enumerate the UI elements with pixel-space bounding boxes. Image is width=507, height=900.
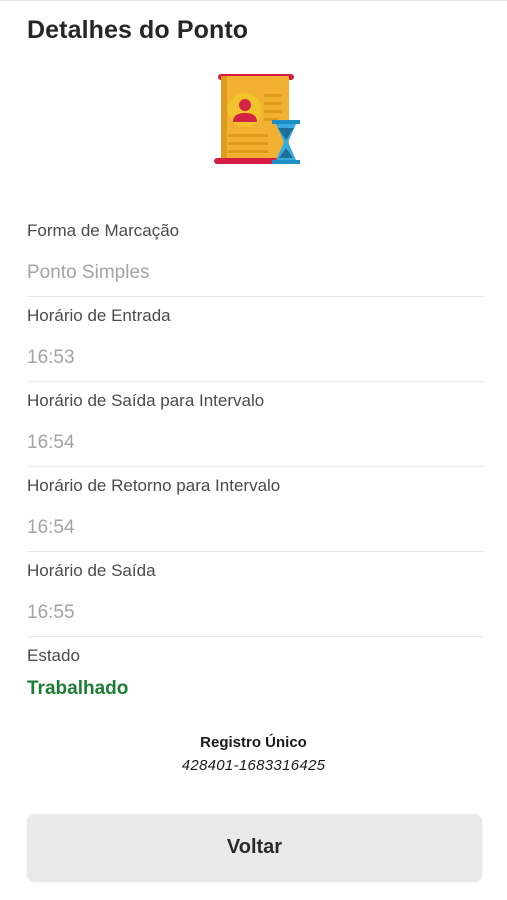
registro-value: 428401-1683316425 [181,757,326,774]
timesheet-scroll-hourglass-icon [212,72,302,166]
registro-unico: Registro Único 428401-1683316425 [0,734,507,774]
field-forma-marcacao: Forma de Marcação Ponto Simples [27,212,483,297]
field-value: 16:54 [27,517,75,538]
field-retorno-intervalo: Horário de Retorno para Intervalo 16:54 [27,467,483,552]
field-label: Horário de Retorno para Intervalo [27,476,281,495]
field-horario-entrada: Horário de Entrada 16:53 [27,297,483,382]
field-value: 16:53 [27,347,75,368]
field-saida-intervalo: Horário de Saída para Intervalo 16:54 [27,382,483,467]
status-label: Estado [27,646,80,665]
back-button[interactable]: Voltar [27,814,482,881]
page-title: Detalhes do Ponto [27,16,249,44]
ponto-details-screen: Detalhes do Ponto Forma de Marcação Pont… [0,0,507,900]
field-label: Horário de Saída para Intervalo [27,391,265,410]
field-horario-saida: Horário de Saída 16:55 [27,552,483,637]
details-list: Forma de Marcação Ponto Simples Horário … [27,212,483,699]
field-label: Horário de Saída [27,561,156,580]
field-value: 16:55 [27,602,75,623]
status-value: Trabalhado [27,678,129,699]
field-label: Forma de Marcação [27,221,180,240]
field-value: 16:54 [27,432,75,453]
field-label: Horário de Entrada [27,306,171,325]
top-divider [0,0,507,1]
field-value: Ponto Simples [27,262,150,283]
registro-label: Registro Único [200,734,307,751]
